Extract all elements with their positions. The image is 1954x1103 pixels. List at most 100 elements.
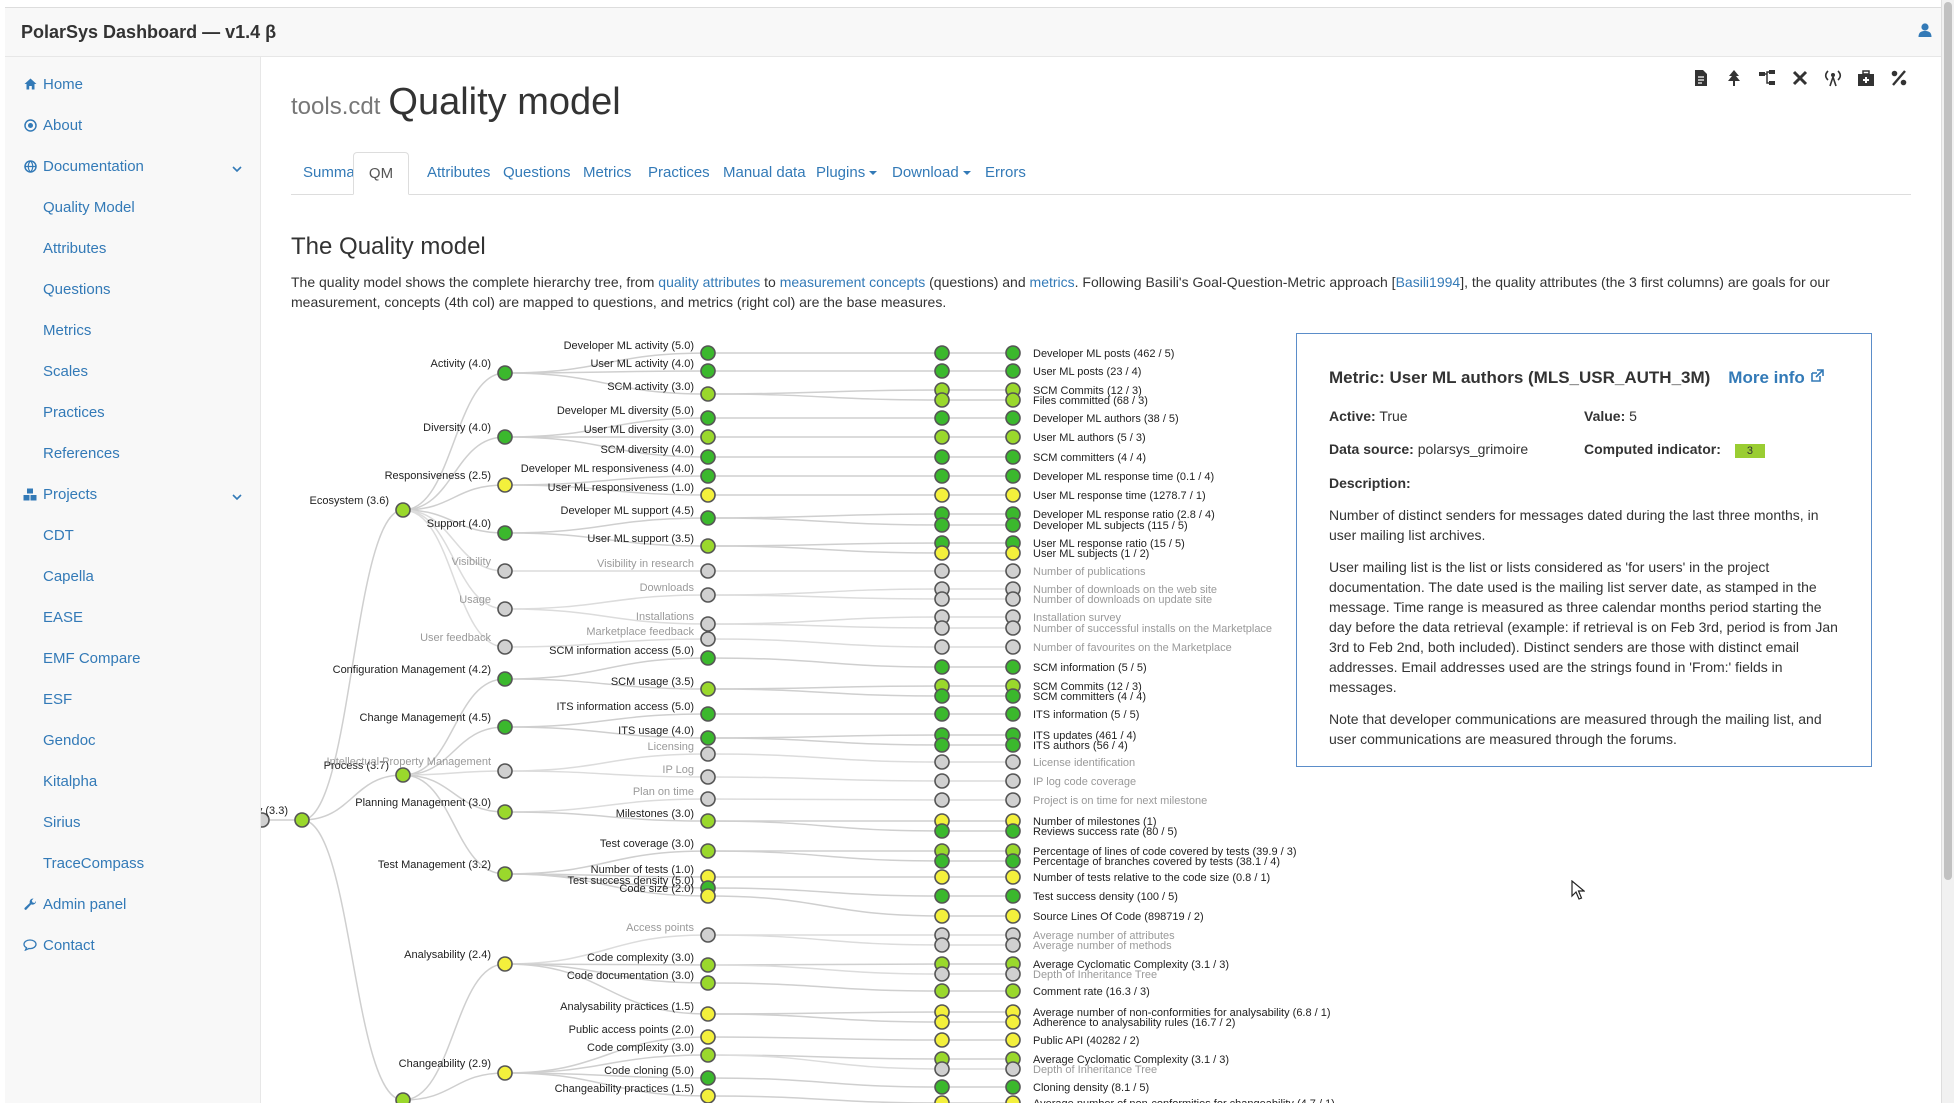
metric-label[interactable]: Comment rate (16.3 / 3) [1033,986,1150,998]
sidebar-item-projects[interactable]: Projects [5,474,260,514]
measurement-concepts-link[interactable]: measurement concepts [780,274,926,290]
concept-label[interactable]: Code complexity (3.0) [587,952,694,964]
concept-label[interactable]: ITS usage (4.0) [618,725,694,737]
metric-leaf-node[interactable] [1005,792,1021,808]
metric-label[interactable]: Developer ML subjects (115 / 5) [1033,520,1188,532]
metric-label[interactable]: Test success density (100 / 5) [1033,891,1178,903]
metric-label[interactable]: Adherence to analysability rules (16.7 /… [1033,1017,1235,1029]
concept-label[interactable]: Test coverage (3.0) [600,838,694,850]
concept-node[interactable] [700,1029,716,1045]
concept-node[interactable] [700,468,716,484]
metric-node[interactable] [934,823,950,839]
concept-node[interactable] [700,769,716,785]
concept-node[interactable] [700,429,716,445]
concept-label[interactable]: User ML activity (4.0) [590,358,694,370]
metric-leaf-node[interactable] [1005,345,1021,361]
sidebar-item-gendoc[interactable]: Gendoc [5,720,260,760]
concept-label[interactable]: Code size (2.0) [619,883,694,895]
sidebar-item-tracecompass[interactable]: TraceCompass [5,843,260,883]
metric-leaf-node[interactable] [1005,966,1021,982]
sidebar-item-scales[interactable]: Scales [5,351,260,391]
metric-node[interactable] [934,1061,950,1077]
metric-label[interactable]: SCM committers (4 / 4) [1033,452,1146,464]
concept-label[interactable]: Plan on time [633,786,694,798]
metric-leaf-node[interactable] [1005,468,1021,484]
metric-label[interactable]: Percentage of branches covered by tests … [1033,856,1280,868]
metric-node[interactable] [934,937,950,953]
metric-leaf-node[interactable] [1005,1014,1021,1030]
attribute-label[interactable]: Activity (4.0) [430,358,491,370]
metric-leaf-node[interactable] [1005,659,1021,675]
metric-label[interactable]: SCM information (5 / 5) [1033,662,1147,674]
sidebar-item-practices[interactable]: Practices [5,392,260,432]
attribute-node[interactable] [497,477,513,493]
metric-label[interactable]: Project is on time for next milestone [1033,795,1207,807]
attribute-node[interactable] [497,804,513,820]
metric-node[interactable] [934,545,950,561]
concept-node[interactable] [700,957,716,973]
concept-label[interactable]: Developer ML support (4.5) [561,505,695,517]
metric-label[interactable]: ITS authors (56 / 4) [1033,740,1128,752]
metric-label[interactable]: Files committed (68 / 3) [1033,395,1148,407]
metric-label[interactable]: Number of tests relative to the code siz… [1033,872,1270,884]
concept-label[interactable]: Licensing [648,741,694,753]
concept-node[interactable] [700,888,716,904]
metric-leaf-node[interactable] [1005,869,1021,885]
sitemap-icon[interactable] [1756,67,1778,89]
attribute-label[interactable]: Intellectual Property Management [327,756,491,768]
metric-node[interactable] [934,853,950,869]
metric-leaf-node[interactable] [1005,639,1021,655]
metric-leaf-node[interactable] [1005,888,1021,904]
attribute-label[interactable]: Configuration Management (4.2) [333,664,491,676]
metric-leaf-node[interactable] [1005,517,1021,533]
concept-label[interactable]: Developer ML diversity (5.0) [557,405,694,417]
metric-node[interactable] [934,468,950,484]
attribute-label[interactable]: User feedback [420,632,491,644]
attribute-node[interactable] [497,956,513,972]
metric-label[interactable]: Depth of Inheritance Tree [1033,1064,1157,1076]
attribute-node[interactable] [497,429,513,445]
concept-label[interactable]: Visibility in research [597,558,694,570]
metric-node[interactable] [934,591,950,607]
sidebar-item-contact[interactable]: Contact [5,925,260,965]
attribute-node[interactable] [497,719,513,735]
metric-node[interactable] [934,659,950,675]
metric-leaf-node[interactable] [1005,1032,1021,1048]
metric-leaf-node[interactable] [1005,363,1021,379]
attribute-label[interactable]: Change Management (4.5) [360,712,491,724]
metric-label[interactable]: Developer ML posts (462 / 5) [1033,348,1174,360]
concept-node[interactable] [700,587,716,603]
tree-icon[interactable] [1723,67,1745,89]
concept-label[interactable]: Downloads [640,582,695,594]
sidebar-item-home[interactable]: Home [5,64,260,104]
metric-leaf-node[interactable] [1005,754,1021,770]
metric-leaf-node[interactable] [1005,688,1021,704]
concept-node[interactable] [700,1070,716,1086]
tab-download[interactable]: Download [892,152,971,194]
concept-label[interactable]: IP Log [662,764,694,776]
concept-label[interactable]: Developer ML activity (5.0) [564,340,694,352]
sidebar-item-quality-model[interactable]: Quality Model [5,187,260,227]
root-node[interactable] [294,812,310,828]
metric-label[interactable]: User ML posts (23 / 4) [1033,366,1141,378]
metric-label[interactable]: Source Lines Of Code (898719 / 2) [1033,911,1204,923]
metric-leaf-node[interactable] [1005,410,1021,426]
concept-node[interactable] [700,843,716,859]
metric-leaf-node[interactable] [1005,392,1021,408]
more-info-link[interactable]: More info [1728,368,1824,387]
metric-leaf-node[interactable] [1005,983,1021,999]
metric-node[interactable] [934,706,950,722]
metric-label[interactable]: User ML authors (5 / 3) [1033,432,1146,444]
tab-plugins[interactable]: Plugins [816,152,878,194]
attribute-node[interactable] [497,763,513,779]
sidebar-item-ease[interactable]: EASE [5,597,260,637]
metric-label[interactable]: Number of publications [1033,566,1146,578]
concept-node[interactable] [700,1088,716,1103]
concept-label[interactable]: Installations [636,611,695,623]
sidebar-item-about[interactable]: About [5,105,260,145]
concept-node[interactable] [700,363,716,379]
sidebar-item-emf-compare[interactable]: EMF Compare [5,638,260,678]
concept-node[interactable] [700,1047,716,1063]
attribute-node[interactable] [497,671,513,687]
metric-node[interactable] [934,620,950,636]
